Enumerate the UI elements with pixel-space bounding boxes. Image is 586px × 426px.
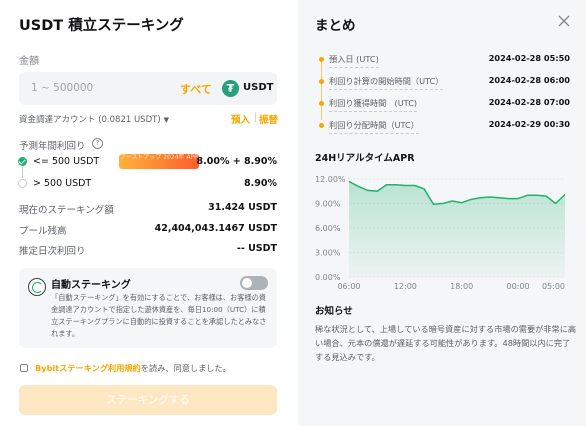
terms-link[interactable]: Bybitステーキング利用規約 — [35, 363, 141, 373]
y-tick-label: 3.00% — [315, 249, 341, 258]
timeline-item: 利回り獲得時間 (UTC) 2024-02-28 07:00 — [315, 94, 570, 116]
agree-checkbox[interactable] — [20, 364, 28, 372]
apr-chart: 12.00% 9.00% 6.00% 3.00% 0.00%06:00 12:00 18:0… — [315, 175, 566, 291]
info-key: 現在のステーキング額 — [19, 205, 114, 216]
timeline-label: 利回り計算の開始時間（UTC） — [329, 75, 444, 90]
x-tick-label: 06:00 — [337, 282, 360, 291]
tier-1-label: <= 500 USDT — [33, 156, 100, 167]
timeline-value: 2024-02-28 07:00 — [488, 97, 570, 107]
amount-input[interactable]: 1 ~ 500000 すべて ₮ USDT — [19, 72, 277, 105]
x-tick-label: 00:00 — [507, 282, 530, 291]
y-tick-label: 12.00% — [315, 175, 346, 184]
caret-down-icon: ▼ — [163, 116, 170, 124]
auto-staking-title: 自動ステーキング — [51, 280, 131, 291]
timeline-value: 2024-02-28 05:50 — [488, 53, 570, 63]
info-key: 推定日次利回り — [19, 246, 86, 257]
auto-staking-toggle[interactable] — [240, 276, 268, 290]
promo-badge: ブーストアップ 2024年 APR — [119, 154, 199, 169]
tier-2-label: > 500 USDT — [33, 178, 92, 189]
timeline-item: 預入日 (UTC) 2024-02-28 05:50 — [315, 50, 570, 72]
apr-label: 予測年間利回り — [19, 141, 86, 152]
tier-active-check-icon — [18, 157, 27, 166]
timeline-value: 2024-02-29 00:30 — [488, 119, 570, 129]
tier-1-value: 8.00% + 8.90% — [196, 156, 278, 167]
timeline-item: 利回り計算の開始時間（UTC） 2024-02-28 06:00 — [315, 72, 570, 94]
x-tick-label: 12:00 — [394, 282, 417, 291]
notice-title: お知らせ — [315, 306, 353, 317]
staking-form-panel: USDT 積立ステーキング 金額 1 ~ 500000 すべて ₮ USDT 資… — [0, 0, 298, 426]
stake-button[interactable]: ステーキングする — [19, 385, 277, 415]
link-separator: | — [254, 112, 258, 123]
summary-title: まとめ — [315, 18, 356, 34]
info-key: プール残高 — [19, 226, 67, 237]
amount-label: 金額 — [19, 56, 39, 67]
page-title: USDT 積立ステーキング — [19, 18, 184, 34]
y-tick-label: 9.00% — [315, 200, 341, 209]
auto-staking-icon — [28, 278, 46, 296]
close-icon[interactable] — [557, 14, 571, 28]
tier-2-value: 8.90% — [244, 178, 277, 189]
timeline-label: 利回り獲得時間 (UTC) — [329, 97, 418, 112]
timeline-item: 利回り分配時間（UTC） 2024-02-29 00:30 — [315, 116, 570, 138]
funding-account-label: 資金調達アカウント (0.0821 USDT) — [19, 115, 161, 125]
chart-title: 24HリアルタイムAPR — [315, 153, 415, 164]
timeline-value: 2024-02-28 06:00 — [488, 75, 570, 85]
agree-text: Bybitステーキング利用規約を読み、同意しました。 — [35, 362, 231, 374]
timeline-dot-icon — [319, 57, 324, 62]
timeline-label: 預入日 (UTC) — [329, 53, 379, 68]
transfer-link[interactable]: 振替 — [259, 112, 278, 126]
max-button[interactable]: すべて — [180, 81, 212, 97]
info-row-current-stake: 現在のステーキング額 31.424 USDT — [19, 202, 277, 216]
tier-inactive-dot-icon — [18, 179, 27, 188]
x-tick-label: 05:00 — [542, 282, 565, 291]
toggle-knob — [242, 278, 252, 288]
agree-suffix: を読み、同意しました。 — [140, 363, 231, 373]
tier-connector — [22, 167, 23, 178]
x-tick-label: 18:00 — [450, 282, 473, 291]
y-tick-label: 6.00% — [315, 224, 341, 233]
summary-panel: まとめ 預入日 (UTC) 2024-02-28 05:50 利回り計算の開始時… — [298, 0, 586, 426]
coin-name: USDT — [243, 82, 274, 93]
info-value: 31.424 USDT — [208, 202, 277, 213]
info-row-pool-balance: プール残高 42,404,043.1467 USDT — [19, 223, 277, 237]
info-row-daily-yield: 推定日次利回り -- USDT — [19, 243, 277, 257]
auto-staking-description: 「自動ステーキング」を有効にすることで、お客様は、お客様の資金調達アカウントで指… — [51, 293, 267, 338]
auto-staking-card: 自動ステーキング 「自動ステーキング」を有効にすることで、お客様は、お客様の資金… — [19, 268, 277, 348]
info-value: 42,404,043.1467 USDT — [154, 223, 277, 234]
usdt-coin-icon: ₮ — [222, 80, 239, 97]
timeline-dot-icon — [319, 79, 324, 84]
notice-text: 稀な状況として、上場している暗号資産に対する市場の需要が非常に高い場合、元本の償… — [315, 324, 577, 362]
timeline-dot-icon — [319, 123, 324, 128]
deposit-link[interactable]: 預入 — [231, 112, 250, 126]
timeline-label: 利回り分配時間（UTC） — [329, 119, 419, 134]
y-tick-label: 0.00% — [315, 273, 341, 282]
amount-placeholder: 1 ~ 500000 — [31, 82, 94, 94]
funding-account-selector[interactable]: 資金調達アカウント (0.0821 USDT) ▼ — [19, 113, 169, 125]
info-value: -- USDT — [236, 243, 277, 254]
timeline-dot-icon — [319, 101, 324, 106]
help-icon[interactable]: ? — [92, 138, 103, 149]
